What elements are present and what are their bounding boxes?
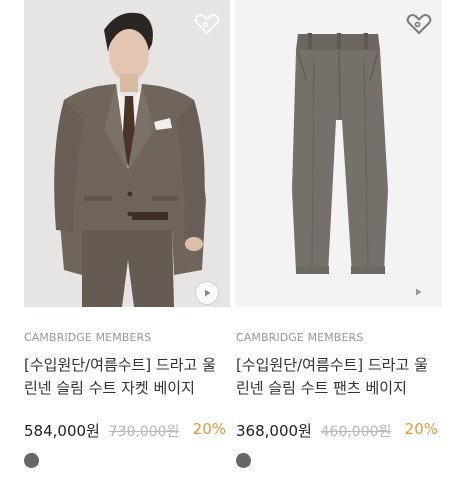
product-card[interactable]: CAMBRIDGE MEMBERS [수입원단/여름수트] 드라고 울 린넨 슬…	[24, 0, 230, 468]
product-photo-jacket	[24, 0, 230, 307]
play-video-button[interactable]	[195, 281, 219, 305]
product-title[interactable]: [수입원단/여름수트] 드라고 울 린넨 슬림 수트 자켓 베이지	[24, 354, 230, 400]
play-icon	[205, 289, 211, 297]
discount-rate: 20%	[192, 420, 226, 438]
color-swatch[interactable]	[24, 453, 39, 468]
product-title-line: [수입원단/여름수트] 드라고 울	[236, 356, 428, 374]
sale-price: 368,000원	[236, 422, 312, 440]
heart-tag-icon	[194, 14, 220, 34]
product-image[interactable]	[24, 0, 230, 307]
price-row: 584,000원 730,000원 20%	[24, 420, 230, 442]
heart-tag-icon	[406, 14, 432, 34]
discount-rate: 20%	[404, 420, 438, 438]
wishlist-button[interactable]	[194, 12, 220, 36]
brand-name[interactable]: CAMBRIDGE MEMBERS	[24, 331, 151, 344]
product-photo-pants	[236, 0, 442, 307]
product-image[interactable]	[236, 0, 442, 307]
product-title-line: [수입원단/여름수트] 드라고 울	[24, 356, 216, 374]
sale-price: 584,000원	[24, 422, 100, 440]
color-swatch[interactable]	[236, 453, 251, 468]
play-icon	[416, 288, 422, 296]
product-card[interactable]: CAMBRIDGE MEMBERS [수입원단/여름수트] 드라고 울 린넨 슬…	[236, 0, 442, 468]
product-title-line: 린넨 슬림 수트 팬츠 베이지	[236, 379, 407, 397]
original-price: 730,000원	[108, 424, 180, 440]
brand-name[interactable]: CAMBRIDGE MEMBERS	[236, 331, 363, 344]
play-video-button[interactable]	[407, 281, 429, 303]
original-price: 460,000원	[320, 424, 392, 440]
product-title-line: 린넨 슬림 수트 자켓 베이지	[24, 379, 195, 397]
wishlist-button[interactable]	[406, 12, 432, 36]
product-title[interactable]: [수입원단/여름수트] 드라고 울 린넨 슬림 수트 팬츠 베이지	[236, 354, 442, 400]
price-row: 368,000원 460,000원 20%	[236, 420, 442, 442]
product-grid: CAMBRIDGE MEMBERS [수입원단/여름수트] 드라고 울 린넨 슬…	[0, 0, 466, 477]
